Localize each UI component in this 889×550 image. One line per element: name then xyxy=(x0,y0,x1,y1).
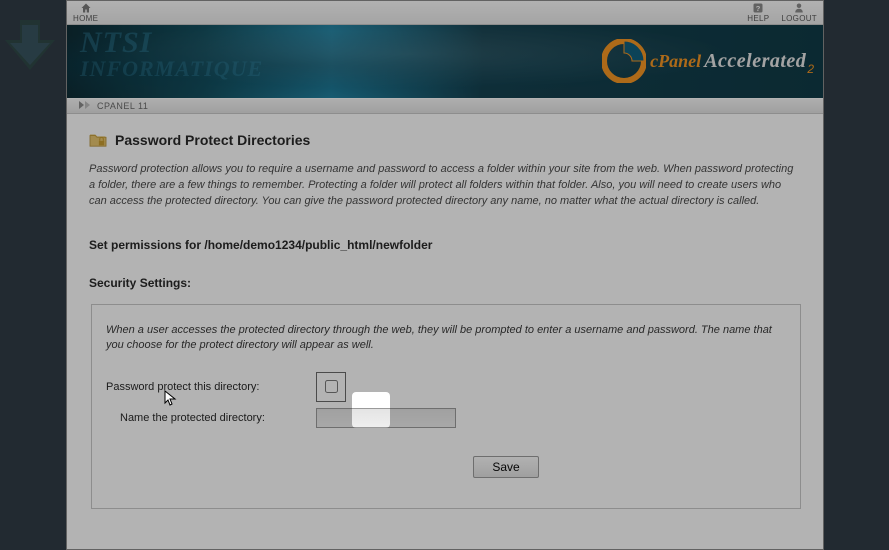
permissions-heading: Set permissions for /home/demo1234/publi… xyxy=(89,238,801,252)
help-label: HELP xyxy=(747,14,769,23)
background-logo xyxy=(0,15,60,88)
protect-checkbox-highlight xyxy=(316,372,346,402)
logout-button[interactable]: LOGOUT xyxy=(781,2,817,23)
directory-name-label: Name the protected directory: xyxy=(106,412,316,424)
protect-checkbox-label: Password protect this directory: xyxy=(106,381,316,393)
save-button[interactable]: Save xyxy=(473,456,538,478)
folder-lock-icon xyxy=(89,132,107,148)
home-button[interactable]: HOME xyxy=(73,2,98,23)
main-content: Password Protect Directories Password pr… xyxy=(67,114,823,549)
security-settings-box: When a user accesses the protected direc… xyxy=(91,304,801,509)
cpanel-logo-text: cPanel xyxy=(650,51,701,71)
security-heading: Security Settings: xyxy=(89,276,801,290)
help-button[interactable]: ? HELP xyxy=(747,2,769,23)
page-description: Password protection allows you to requir… xyxy=(89,162,801,210)
page-title: Password Protect Directories xyxy=(115,132,310,148)
cpanel-logo-icon xyxy=(602,39,646,83)
home-label: HOME xyxy=(73,14,98,23)
help-icon: ? xyxy=(752,2,764,14)
accelerated-text: Accelerated xyxy=(704,50,806,72)
accelerated-sub: 2 xyxy=(807,62,814,76)
protect-checkbox[interactable] xyxy=(325,380,338,393)
app-window: HOME ? HELP LOGOUT xyxy=(66,0,824,550)
directory-name-input[interactable] xyxy=(316,408,456,428)
logout-label: LOGOUT xyxy=(781,14,817,23)
home-icon xyxy=(80,2,92,14)
header-banner: cPanel Accelerated2 xyxy=(67,25,823,98)
logout-icon xyxy=(793,2,805,14)
svg-text:?: ? xyxy=(756,4,761,13)
cpanel-branding: cPanel Accelerated2 xyxy=(602,39,813,83)
mouse-cursor-icon xyxy=(164,390,178,408)
top-bar: HOME ? HELP LOGOUT xyxy=(67,1,823,25)
breadcrumb[interactable]: CPANEL 11 xyxy=(67,98,823,114)
security-note: When a user accesses the protected direc… xyxy=(106,323,786,354)
breadcrumb-label: CPANEL 11 xyxy=(97,101,148,111)
